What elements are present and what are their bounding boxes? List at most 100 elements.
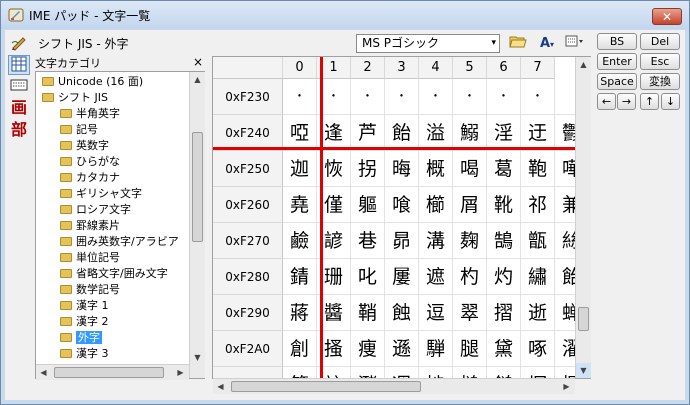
category-item[interactable]: ロシア文字 [60,202,131,217]
category-item[interactable]: カタカナ [60,170,120,185]
character-cell[interactable]: 蝕 [385,295,419,331]
scroll-thumb[interactable] [231,381,421,392]
enter-key-button[interactable]: Enter [597,53,637,70]
character-cell[interactable]: 喝 [453,151,487,187]
character-cell[interactable]: 啄 [521,331,555,367]
category-item[interactable]: 単位記号 [60,250,120,265]
category-item[interactable]: 外字 [60,330,102,345]
character-cell[interactable]: 灼 [487,259,521,295]
close-window-button[interactable]: ✕ [652,8,682,25]
character-cell[interactable]: ･ [385,79,419,115]
character-cell[interactable]: 鵠 [487,223,521,259]
character-cell[interactable]: 軀 [351,187,385,223]
character-cell[interactable]: 啞 [283,115,317,151]
character-cell[interactable]: 繡 [521,259,555,295]
character-cell[interactable]: 巷 [351,223,385,259]
del-key-button[interactable]: Del [640,33,680,50]
category-close-icon[interactable]: × [193,55,203,69]
stroke-count-mode-icon[interactable]: 画 [8,98,30,118]
character-cell[interactable]: 杓 [453,259,487,295]
character-cell[interactable]: 痩 [351,331,385,367]
category-item[interactable]: 漢字 2 [60,314,109,329]
title-bar[interactable]: IME パッド - 文字一覧 ✕ [1,1,689,29]
character-cell[interactable]: 迂 [521,115,555,151]
character-cell[interactable]: ･ [283,79,317,115]
character-cell[interactable]: 鞘 [351,295,385,331]
category-item[interactable]: 半角英字 [60,106,120,121]
radical-mode-icon[interactable]: 部 [8,120,30,140]
scroll-up-icon[interactable]: ▲ [190,72,205,87]
character-cell[interactable]: ･ [351,79,385,115]
character-cell[interactable]: 概 [419,151,453,187]
character-cell[interactable]: 溢 [419,115,453,151]
character-cell[interactable]: 堯 [283,187,317,223]
scroll-left-icon[interactable]: ◀ [36,365,51,380]
character-cell[interactable]: 芦 [351,115,385,151]
grid-vertical-scrollbar[interactable]: ▲ ▼ [575,57,591,378]
soft-keyboard-mode-icon[interactable] [8,77,30,97]
character-cell[interactable]: 遮 [419,259,453,295]
character-cell[interactable]: 櫛 [419,187,453,223]
space-key-button[interactable]: Space [597,73,637,90]
character-cell[interactable]: 鹼 [283,223,317,259]
character-cell[interactable]: 鰯 [453,115,487,151]
character-cell[interactable]: 摺 [487,295,521,331]
scroll-down-icon[interactable]: ▼ [190,350,205,365]
category-item[interactable]: ギリシャ文字 [60,186,142,201]
category-item[interactable]: Unicode (16 面) [42,74,143,89]
character-cell[interactable]: 腿 [453,331,487,367]
character-cell[interactable]: 晦 [385,151,419,187]
scroll-thumb[interactable] [54,367,164,378]
bs-key-button[interactable]: BS [597,33,637,50]
character-cell[interactable]: 蔣 [283,295,317,331]
character-cell[interactable]: ･ [453,79,487,115]
tree-horizontal-scrollbar[interactable]: ◀ ▶ [36,364,189,380]
character-cell[interactable]: 翠 [453,295,487,331]
character-cell[interactable]: 昴 [385,223,419,259]
character-cell[interactable]: ･ [521,79,555,115]
character-cell[interactable]: 遜 [385,331,419,367]
scroll-thumb[interactable] [578,307,589,331]
character-cell[interactable]: 迦 [283,151,317,187]
character-cell[interactable]: 逝 [521,295,555,331]
up-arrow-key-button[interactable]: ↑ [640,93,659,110]
category-item[interactable]: 漢字 1 [60,298,109,313]
font-select[interactable]: MS Pゴシック ▾ [356,34,500,53]
character-cell[interactable]: ･ [487,79,521,115]
character-cell[interactable]: 騨 [419,331,453,367]
character-cell[interactable]: 錆 [283,259,317,295]
character-cell[interactable]: 祁 [521,187,555,223]
scroll-right-icon[interactable]: ▶ [559,379,574,394]
scroll-up-icon[interactable]: ▲ [576,57,591,72]
character-cell[interactable]: 鞄 [521,151,555,187]
category-item[interactable]: 罫線素片 [60,218,120,233]
character-cell[interactable]: 淫 [487,115,521,151]
character-cell[interactable]: 麹 [453,223,487,259]
character-cell[interactable]: 叱 [351,259,385,295]
left-arrow-key-button[interactable]: ← [597,93,616,110]
category-item[interactable]: 記号 [60,122,98,137]
character-list-mode-icon[interactable] [8,55,30,75]
category-item[interactable]: ひらがな [60,154,120,169]
scroll-thumb[interactable] [192,132,203,242]
character-cell[interactable]: 甑 [521,223,555,259]
category-item[interactable]: 英数字 [60,138,109,153]
esc-key-button[interactable]: Esc [640,53,680,70]
category-item[interactable]: シフト JIS [42,90,108,105]
scroll-right-icon[interactable]: ▶ [173,365,188,380]
text-color-icon[interactable]: A▾ [535,34,559,53]
category-item[interactable]: 数学記号 [60,282,120,297]
character-cell[interactable]: 拐 [351,151,385,187]
category-item[interactable]: 省略文字/囲み文字 [60,266,168,281]
handwriting-mode-icon[interactable] [8,34,30,54]
character-cell[interactable]: 屑 [453,187,487,223]
character-cell[interactable]: 逗 [419,295,453,331]
tree-vertical-scrollbar[interactable]: ▲ ▼ [189,72,205,378]
category-item[interactable]: 漢字 3 [60,346,109,361]
character-cell[interactable]: 喰 [385,187,419,223]
scroll-down-icon[interactable]: ▼ [576,363,591,378]
convert-key-button[interactable]: 変換 [640,73,680,90]
right-arrow-key-button[interactable]: → [617,93,636,110]
character-cell[interactable]: 黛 [487,331,521,367]
folder-open-icon[interactable] [506,34,530,53]
